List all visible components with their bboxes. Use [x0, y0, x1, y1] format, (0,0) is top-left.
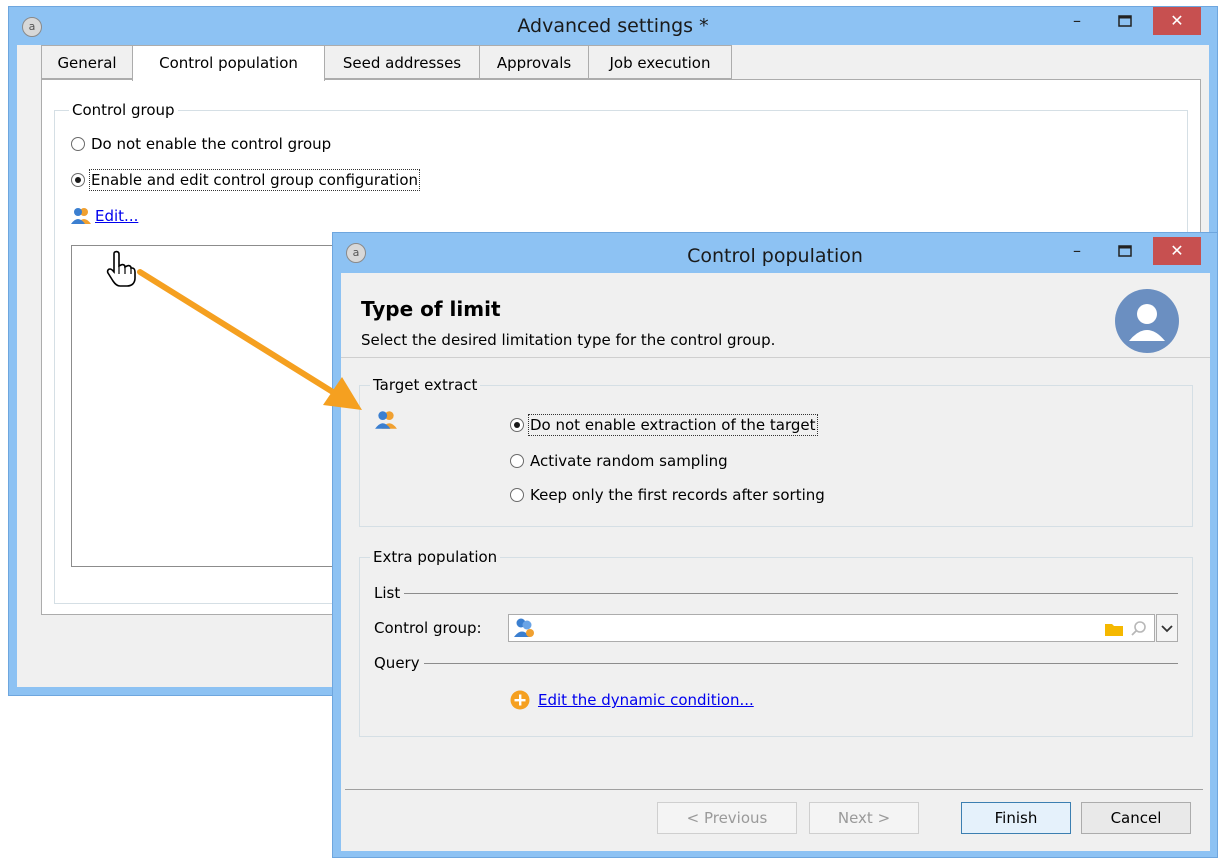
control-group-label: Control group:	[374, 619, 482, 637]
control-group-input[interactable]	[507, 614, 1156, 642]
minimize-button[interactable]: –	[1057, 7, 1097, 35]
cancel-button[interactable]: Cancel	[1081, 802, 1191, 834]
maximize-button[interactable]	[1105, 7, 1145, 35]
search-icon[interactable]	[1130, 620, 1148, 638]
divider	[404, 592, 1178, 594]
dialog-header: Type of limit Select the desired limitat…	[341, 273, 1210, 358]
radio-circle-selected[interactable]	[510, 418, 524, 432]
dynamic-condition-row: Edit the dynamic condition...	[510, 690, 754, 710]
radio-label: Do not enable the control group	[91, 135, 332, 153]
control-population-dialog: a Control population – ✕ Type of limit S…	[332, 232, 1218, 858]
radio-circle[interactable]	[71, 137, 85, 151]
dialog-maximize-button[interactable]	[1105, 237, 1145, 265]
tab-general[interactable]: General	[41, 45, 133, 79]
folder-icon[interactable]	[1104, 621, 1124, 637]
next-button[interactable]: Next >	[809, 802, 919, 834]
query-section-label: Query	[374, 654, 1178, 672]
radio-no-extraction[interactable]: Do not enable extraction of the target	[510, 414, 818, 436]
dialog-heading: Type of limit	[361, 297, 501, 321]
dialog-minimize-button[interactable]: –	[1057, 237, 1097, 265]
extra-population-legend: Extra population	[370, 548, 501, 566]
list-section-label: List	[374, 584, 1178, 602]
close-button[interactable]: ✕	[1153, 7, 1201, 35]
edit-control-group-row: Edit...	[70, 207, 138, 225]
target-extract-group: Target extract Do not enable extraction …	[359, 376, 1193, 527]
control-group-users-icon	[513, 618, 534, 637]
maximize-icon	[1118, 15, 1132, 27]
control-group-legend: Control group	[69, 101, 178, 119]
extra-population-group: Extra population List Control group: Que…	[359, 548, 1193, 737]
user-avatar-icon	[1115, 289, 1179, 353]
dialog-subheading: Select the desired limitation type for t…	[361, 331, 776, 349]
finish-button[interactable]: Finish	[961, 802, 1071, 834]
radio-label: Do not enable extraction of the target	[528, 414, 818, 436]
control-group-field-row: Control group:	[374, 614, 1178, 642]
tab-approvals[interactable]: Approvals	[479, 45, 589, 79]
users-icon	[71, 208, 91, 224]
dialog-client: Type of limit Select the desired limitat…	[341, 273, 1210, 851]
dialog-close-button[interactable]: ✕	[1153, 237, 1201, 265]
control-group-dropdown-button[interactable]	[1156, 614, 1178, 642]
add-circle-icon[interactable]	[510, 690, 530, 710]
dialog-title-bar[interactable]: a Control population – ✕	[333, 233, 1217, 273]
query-label: Query	[374, 654, 420, 672]
maximize-icon	[1118, 245, 1132, 257]
previous-button[interactable]: < Previous	[657, 802, 797, 834]
radio-label: Activate random sampling	[530, 452, 728, 470]
chevron-down-icon	[1161, 625, 1173, 633]
radio-disable-control-group[interactable]: Do not enable the control group	[71, 135, 331, 153]
tab-job-execution[interactable]: Job execution	[588, 45, 732, 79]
radio-label: Enable and edit control group configurat…	[88, 169, 421, 191]
radio-circle-selected[interactable]	[71, 173, 85, 187]
divider	[423, 662, 1178, 664]
edit-dynamic-condition-link[interactable]: Edit the dynamic condition...	[538, 691, 754, 709]
main-window-title: Advanced settings *	[517, 15, 709, 37]
users-icon	[375, 411, 397, 429]
radio-circle[interactable]	[510, 454, 524, 468]
radio-label: Keep only the first records after sortin…	[530, 486, 825, 504]
radio-circle[interactable]	[510, 488, 524, 502]
radio-random-sampling[interactable]: Activate random sampling	[510, 452, 728, 470]
tab-seed-addresses[interactable]: Seed addresses	[324, 45, 480, 79]
main-title-bar[interactable]: a Advanced settings * – ✕	[9, 7, 1217, 47]
dialog-footer-divider	[345, 789, 1203, 790]
radio-first-records[interactable]: Keep only the first records after sortin…	[510, 486, 825, 504]
list-label: List	[374, 584, 401, 602]
tab-control-population[interactable]: Control population	[132, 45, 325, 81]
edit-control-group-link[interactable]: Edit...	[95, 207, 138, 225]
target-extract-legend: Target extract	[370, 376, 481, 394]
radio-enable-control-group[interactable]: Enable and edit control group configurat…	[71, 169, 421, 191]
